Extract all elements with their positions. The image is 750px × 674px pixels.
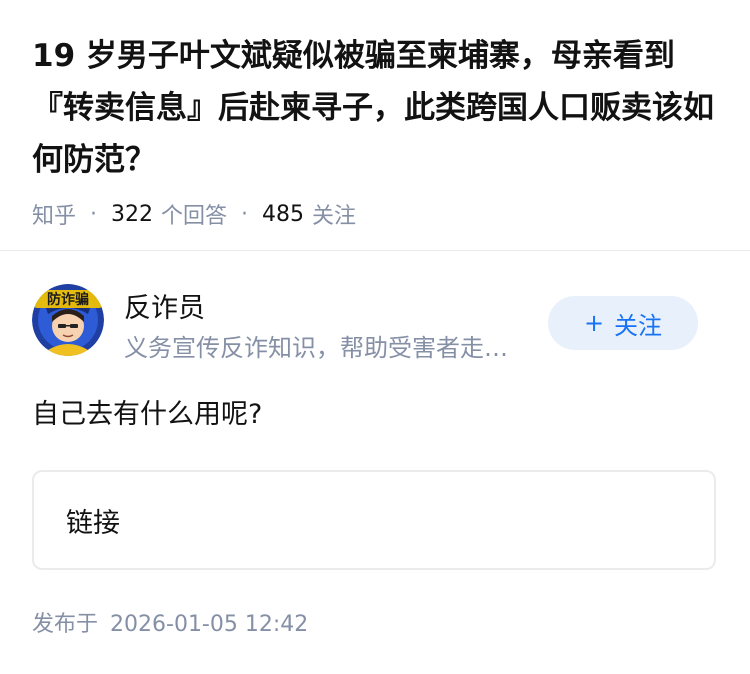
follow-button[interactable]: + 关注 <box>548 296 698 350</box>
follower-count-label: 关注 <box>312 204 357 229</box>
meta-separator: · <box>241 201 249 227</box>
link-card-label: 链接 <box>66 507 120 539</box>
publish-label: 发布于 <box>32 612 99 637</box>
section-divider <box>0 250 750 251</box>
avatar[interactable]: 防诈骗 <box>32 284 104 356</box>
publish-info: 发布于 2026-01-05 12:42 <box>32 606 308 638</box>
author-name[interactable]: 反诈员 <box>124 286 205 325</box>
author-bio: 义务宣传反诈知识，帮助受害者走… <box>124 334 508 362</box>
publish-time: 2026-01-05 12:42 <box>110 612 309 637</box>
question-header: 19 岁男子叶文斌疑似被骗至柬埔寨，母亲看到『转卖信息』后赴柬寻子，此类跨国人口… <box>32 30 722 230</box>
follower-count: 485 <box>262 201 305 227</box>
avatar-logo-text: 防诈骗 <box>47 291 89 308</box>
follow-button-label: 关注 <box>614 311 663 340</box>
avatar-image: 防诈骗 <box>32 284 104 356</box>
question-meta: 知乎 · 322 个回答 · 485 关注 <box>32 198 722 230</box>
plus-icon: + <box>583 309 605 337</box>
link-card[interactable]: 链接 <box>32 470 716 570</box>
answer-count: 322 <box>111 201 154 227</box>
author-card: 防诈骗 反诈员 义务宣传反诈知识，帮助受害者走… + 关注 <box>32 284 718 362</box>
meta-separator: · <box>90 201 98 227</box>
answer-content: 自己去有什么用呢? <box>32 399 263 430</box>
source-label[interactable]: 知乎 <box>32 198 76 230</box>
answer-count-label[interactable]: 个回答 <box>161 198 227 230</box>
question-title[interactable]: 19 岁男子叶文斌疑似被骗至柬埔寨，母亲看到『转卖信息』后赴柬寻子，此类跨国人口… <box>32 30 722 186</box>
